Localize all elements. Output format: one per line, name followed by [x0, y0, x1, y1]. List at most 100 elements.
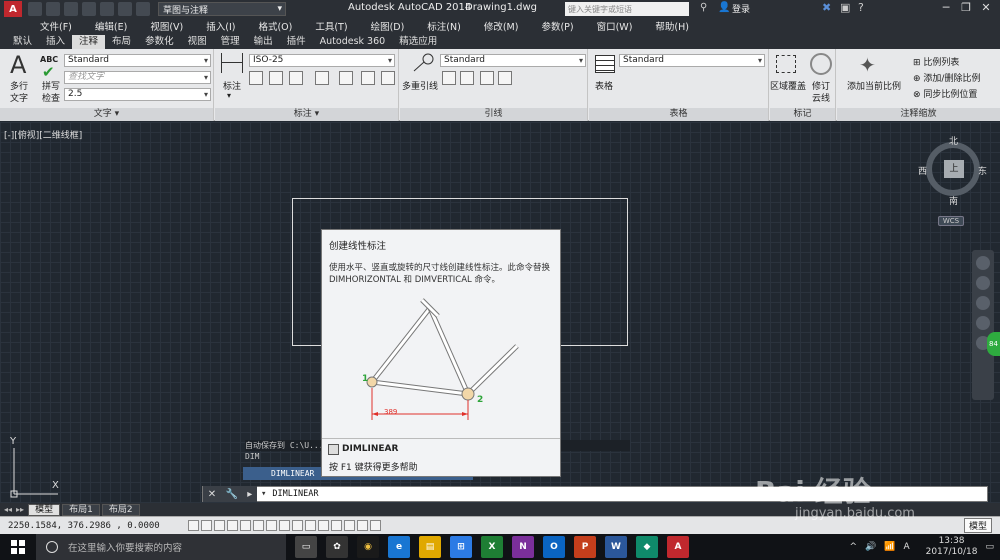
- multileader-label[interactable]: 多重引线: [402, 79, 438, 92]
- menu-file[interactable]: 文件(F): [40, 19, 72, 33]
- wipeout-icon[interactable]: [776, 55, 796, 73]
- transparency-icon[interactable]: [331, 520, 342, 531]
- add-delete-scale-button[interactable]: ⊕ 添加/删除比例: [913, 71, 980, 84]
- undo-icon[interactable]: [118, 2, 132, 16]
- polar-tracking-icon[interactable]: [240, 520, 251, 531]
- tab-layout[interactable]: 布局: [105, 35, 138, 49]
- autocad-logo[interactable]: A: [4, 1, 22, 17]
- tab-default[interactable]: 默认: [6, 35, 39, 49]
- fan-app-icon[interactable]: ✿: [326, 536, 348, 558]
- powerpoint-icon[interactable]: P: [574, 536, 596, 558]
- object-snap-tracking-icon[interactable]: [279, 520, 290, 531]
- table-label[interactable]: 表格: [595, 79, 613, 92]
- text-panel-title[interactable]: 文字 ▾: [0, 108, 213, 121]
- compass-east[interactable]: 东: [978, 164, 987, 177]
- save-as-icon[interactable]: [82, 2, 96, 16]
- snap-mode-icon[interactable]: [201, 520, 212, 531]
- compass-west[interactable]: 西: [918, 164, 927, 177]
- close-icon[interactable]: ✕: [976, 1, 996, 14]
- selection-cycling-icon[interactable]: [357, 520, 368, 531]
- menu-insert[interactable]: 插入(I): [206, 19, 235, 33]
- redo-icon[interactable]: [136, 2, 150, 16]
- tab-annotate[interactable]: 注释: [72, 35, 106, 49]
- 3d-object-snap-icon[interactable]: [266, 520, 277, 531]
- dimension-label[interactable]: 标注: [223, 79, 241, 92]
- table-style-select[interactable]: Standard: [619, 54, 765, 67]
- start-button[interactable]: [0, 534, 36, 560]
- binoculars-icon[interactable]: ⚲: [700, 2, 707, 13]
- cursor-coordinates[interactable]: 2250.1584, 376.2986 , 0.0000: [8, 521, 188, 531]
- action-center-icon[interactable]: ▭: [985, 542, 994, 552]
- login-link[interactable]: 登录: [732, 2, 750, 15]
- drawing-viewport[interactable]: [-][俯视][二维线框] 上 北 南 东 西 WCS 84 Y X 自动保存到…: [0, 122, 1000, 516]
- viewport-controls-label[interactable]: [-][俯视][二维线框]: [4, 128, 82, 141]
- app-icon[interactable]: ◆: [636, 536, 658, 558]
- annotation-scale-panel-title[interactable]: 注释缩放: [837, 108, 1000, 121]
- task-view-icon[interactable]: ▭: [295, 536, 317, 558]
- command-history-icon[interactable]: ▸: [247, 489, 252, 500]
- dimension-panel-title[interactable]: 标注 ▾: [215, 108, 398, 121]
- annotation-scale-icon[interactable]: ✦: [859, 53, 876, 77]
- dim-quick-icon[interactable]: [269, 71, 283, 85]
- taskbar-search-input[interactable]: 在这里输入你要搜索的内容: [36, 534, 286, 560]
- chevron-down-icon[interactable]: ▾: [227, 91, 231, 100]
- dynamic-input-icon[interactable]: [305, 520, 316, 531]
- help-search-input[interactable]: 键入关键字或短语: [565, 2, 689, 16]
- annotation-monitor-icon[interactable]: [370, 520, 381, 531]
- compass-north[interactable]: 北: [949, 134, 958, 147]
- ortho-mode-icon[interactable]: [227, 520, 238, 531]
- menu-view[interactable]: 视图(V): [150, 19, 183, 33]
- viewcube[interactable]: 上 北 南 东 西: [918, 134, 987, 207]
- menu-tools[interactable]: 工具(T): [315, 19, 347, 33]
- chrome-icon[interactable]: ◉: [357, 536, 379, 558]
- notification-badge[interactable]: 84: [987, 332, 1000, 356]
- help-icon[interactable]: ?: [858, 1, 864, 14]
- clock[interactable]: 13:38 2017/10/18: [926, 536, 978, 558]
- align-leader-icon[interactable]: [480, 71, 494, 85]
- grid-display-icon[interactable]: [214, 520, 225, 531]
- collect-leader-icon[interactable]: [498, 71, 512, 85]
- dim-linear-icon[interactable]: [249, 71, 263, 85]
- leader-style-select[interactable]: Standard: [440, 54, 586, 67]
- store-icon[interactable]: ⊞: [450, 536, 472, 558]
- multileader-icon[interactable]: [412, 53, 434, 73]
- tab-scroll-right-icon[interactable]: ▸▸: [16, 505, 24, 514]
- text-style-select[interactable]: Standard: [64, 54, 211, 67]
- menu-modify[interactable]: 修改(M): [484, 19, 519, 33]
- dim-style-select[interactable]: ISO-25: [249, 54, 395, 67]
- menu-window[interactable]: 窗口(W): [597, 19, 633, 33]
- revcloud-icon[interactable]: [810, 53, 832, 75]
- tab-parametric[interactable]: 参数化: [138, 35, 181, 49]
- multiline-text-icon[interactable]: A: [10, 51, 26, 79]
- lineweight-icon[interactable]: [318, 520, 329, 531]
- zoom-icon[interactable]: [976, 296, 990, 310]
- tab-view[interactable]: 视图: [181, 35, 214, 49]
- menu-parametric[interactable]: 参数(P): [541, 19, 573, 33]
- ime-icon[interactable]: A: [903, 542, 909, 552]
- steering-wheel-icon[interactable]: [976, 256, 990, 270]
- save-icon[interactable]: [64, 2, 78, 16]
- dim-space-icon[interactable]: [339, 71, 353, 85]
- menu-edit[interactable]: 编辑(E): [95, 19, 127, 33]
- tab-plugins[interactable]: 插件: [280, 35, 313, 49]
- maximize-icon[interactable]: ❐: [956, 1, 976, 14]
- table-icon[interactable]: [595, 55, 615, 73]
- tab-scroll-left-icon[interactable]: ◂◂: [4, 505, 12, 514]
- text-height-select[interactable]: 2.5: [64, 88, 211, 101]
- tab-layout1[interactable]: 布局1: [62, 503, 100, 516]
- multiline-text-label-2[interactable]: 文字: [10, 91, 28, 104]
- tray-expand-icon[interactable]: ^: [849, 542, 857, 552]
- tab-manage[interactable]: 管理: [214, 35, 247, 49]
- dim-baseline-icon[interactable]: [315, 71, 329, 85]
- minimize-icon[interactable]: ─: [936, 1, 956, 14]
- dim-break-icon[interactable]: [361, 71, 375, 85]
- exchange-icon[interactable]: ✖: [822, 1, 831, 14]
- quick-properties-icon[interactable]: [344, 520, 355, 531]
- menu-draw[interactable]: 绘图(D): [371, 19, 405, 33]
- pan-icon[interactable]: [976, 276, 990, 290]
- onenote-icon[interactable]: N: [512, 536, 534, 558]
- wrench-icon[interactable]: 🔧: [225, 489, 237, 500]
- tab-insert[interactable]: 插入: [39, 35, 72, 49]
- outlook-icon[interactable]: O: [543, 536, 565, 558]
- menu-dimension[interactable]: 标注(N): [427, 19, 461, 33]
